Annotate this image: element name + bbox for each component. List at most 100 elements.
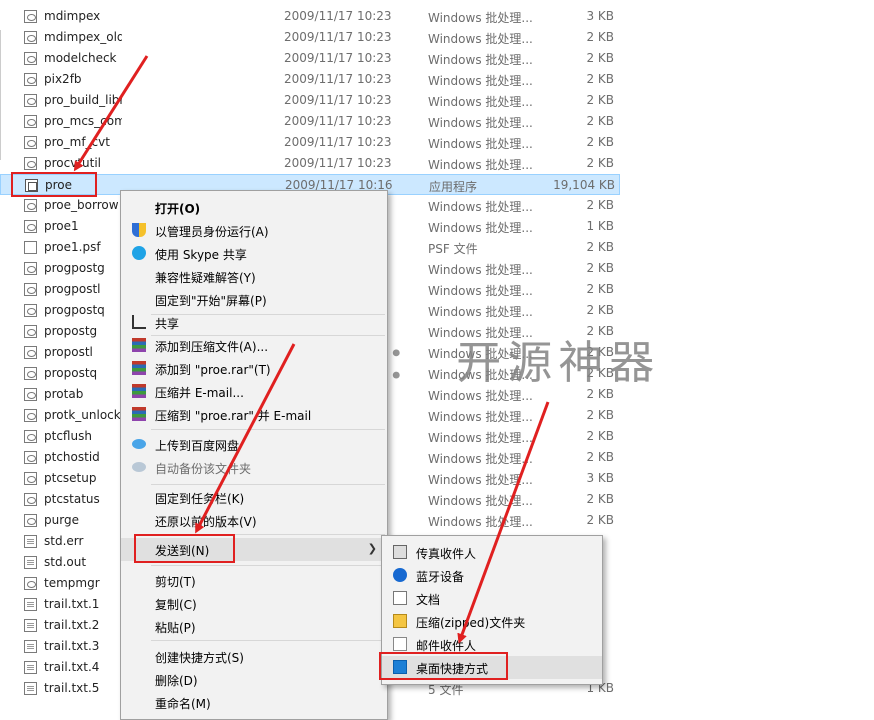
menu-restore-label: 还原以前的版本(V) [155,515,257,529]
file-date: 2009/11/17 10:23 [284,114,392,128]
menu-create-shortcut[interactable]: 创建快捷方式(S) [121,645,387,668]
file-row[interactable]: pix2fb 2009/11/17 10:23 Windows 批处理... 2 KB [0,69,620,90]
winrar-icon [132,361,146,375]
file-type: PSF 文件 [428,242,478,256]
menu-auto-backup[interactable]: 自动备份该文件夹 [121,456,387,479]
file-name: modelcheck [44,51,117,65]
file-date: 2009/11/17 10:23 [284,156,392,170]
batch-file-icon [24,409,37,422]
menu-cut[interactable]: 剪切(T) [121,569,387,592]
bluetooth-icon [393,568,407,582]
file-name: std.err [44,534,84,548]
file-type: Windows 批处理... [428,116,533,130]
file-size: 3 KB [586,471,614,485]
menu-separator [151,640,385,641]
menu-paste-label: 粘贴(P) [155,621,196,635]
batch-file-icon [24,157,37,170]
file-date: 2009/11/17 10:23 [284,72,392,86]
file-name: tempmgr [44,576,100,590]
file-row[interactable]: pro_mf_cvt 2009/11/17 10:23 Windows 批处理...… [0,132,620,153]
menu-compress-email[interactable]: 压缩并 E-mail... [121,380,387,403]
file-size: 2 KB [586,408,614,422]
file-row[interactable]: modelcheck 2009/11/17 10:23 Windows 批处理...… [0,48,620,69]
file-size: 2 KB [586,30,614,44]
file-name: mdimpex [44,9,101,23]
file-type: Windows 批处理... [428,452,533,466]
menu-run-as-admin[interactable]: 以管理员身份运行(A) [121,219,387,242]
file-name: protab [44,387,84,401]
file-size: 2 KB [586,492,614,506]
file-name: mdimpex_old [44,30,122,44]
file-row[interactable]: pro_mcs_comp 2009/11/17 10:23 Windows 批处理.… [0,111,620,132]
text-file-icon [24,556,37,569]
file-date: 2009/11/17 10:23 [284,93,392,107]
file-row[interactable]: mdimpex_old 2009/11/17 10:23 Windows 批处理..… [0,27,620,48]
sendto-bluetooth[interactable]: 蓝牙设备 [382,564,602,587]
file-name: progpostl [44,282,101,296]
baidu-cloud-icon [132,462,146,472]
menu-open[interactable]: 打开(O) [121,196,387,219]
baidu-cloud-icon [132,439,146,449]
menu-pin-start[interactable]: 固定到"开始"屏幕(P) [121,288,387,311]
menu-copy[interactable]: 复制(C) [121,592,387,615]
text-file-icon [24,661,37,674]
menu-separator [151,429,385,430]
menu-compat-troubleshoot[interactable]: 兼容性疑难解答(Y) [121,265,387,288]
annotation-box-proe [11,172,97,197]
menu-rename[interactable]: 重命名(M) [121,691,387,714]
share-icon [132,315,146,329]
sendto-documents[interactable]: 文档 [382,587,602,610]
sendto-bluetooth-label: 蓝牙设备 [416,570,465,584]
file-name: ptcflush [44,429,92,443]
menu-compress-proe-rar-email[interactable]: 压缩到 "proe.rar" 并 E-mail [121,403,387,426]
menu-skype-share[interactable]: 使用 Skype 共享 [121,242,387,265]
menu-restore-versions[interactable]: 还原以前的版本(V) [121,509,387,532]
file-type: Windows 批处理... [428,410,533,424]
skype-icon [132,246,146,260]
file-row[interactable]: procvtutil 2009/11/17 10:23 Windows 批处理...… [0,153,620,174]
file-row[interactable]: mdimpex 2009/11/17 10:23 Windows 批处理... 3 K… [0,6,620,27]
file-row[interactable]: pro_build_library_ctg 2009/11/17 10:23 Win… [0,90,620,111]
file-name: pro_mf_cvt [44,135,110,149]
file-name: trail.txt.4 [44,660,100,674]
file-name: trail.txt.2 [44,618,100,632]
file-type: Windows 批处理... [428,284,533,298]
menu-delete[interactable]: 删除(D) [121,668,387,691]
file-name: propostg [44,324,98,338]
batch-file-icon [24,220,37,233]
file-size: 2 KB [586,198,614,212]
file-type: Windows 批处理... [428,515,533,529]
file-type: Windows 批处理... [428,95,533,109]
generic-file-icon [24,241,37,254]
file-date: 2009/11/17 10:23 [284,9,392,23]
menu-paste[interactable]: 粘贴(P) [121,615,387,638]
menu-pin-taskbar[interactable]: 固定到任务栏(K) [121,486,387,509]
menu-cut-label: 剪切(T) [155,575,196,589]
file-type: Windows 批处理... [428,494,533,508]
menu-delete-label: 删除(D) [155,674,198,688]
shield-icon [132,223,146,237]
file-type: Windows 批处理... [428,53,533,67]
file-name: procvtutil [44,156,102,170]
menu-share[interactable]: 共享 [121,311,387,334]
winrar-icon [132,407,146,421]
file-type: Windows 批处理... [428,431,533,445]
sendto-fax[interactable]: 传真收件人 [382,541,602,564]
batch-file-icon [24,10,37,23]
menu-add-to-archive[interactable]: 添加到压缩文件(A)... [121,334,387,357]
menu-add-to-proe-rar[interactable]: 添加到 "proe.rar"(T) [121,357,387,380]
text-file-icon [24,682,37,695]
file-size: 2 KB [586,156,614,170]
file-name: propostq [44,366,98,380]
batch-file-icon [24,136,37,149]
sendto-fax-label: 传真收件人 [416,547,477,561]
menu-pin-start-label: 固定到"开始"屏幕(P) [155,294,267,308]
menu-upload-baidu[interactable]: 上传到百度网盘 [121,433,387,456]
winrar-icon [132,384,146,398]
file-type: Windows 批处理... [428,11,533,25]
text-file-icon [24,640,37,653]
winrar-icon [132,338,146,352]
batch-file-icon [24,514,37,527]
sendto-zip-folder[interactable]: 压缩(zipped)文件夹 [382,610,602,633]
file-type: 应用程序 [429,180,478,194]
